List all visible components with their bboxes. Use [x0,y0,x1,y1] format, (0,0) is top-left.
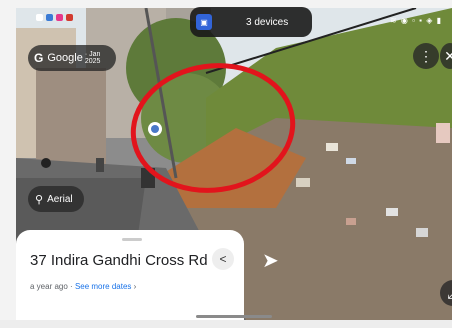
youtube-icon [66,14,73,21]
drag-handle[interactable] [122,238,142,241]
left-frame [0,0,16,328]
navigation-arrow-icon[interactable]: ➤ [262,248,279,273]
app-icon [46,14,53,21]
instagram-icon [56,14,63,21]
more-vert-icon[interactable]: ⋮ [413,43,439,69]
share-icon[interactable]: < [212,248,234,270]
bottom-frame [0,320,452,328]
imagery-date-pill[interactable]: G Google · Jan 2025 [28,45,116,71]
imagery-age: a year ago · [30,282,73,291]
devices-label: 3 devices [246,16,289,28]
status-bar-right: ≋ ◉ ▫ ▪ ◈ ▮ [389,16,442,25]
see-more-dates-link[interactable]: See more dates [75,282,131,291]
aerial-label: Aerial [47,193,73,205]
cast-devices-button[interactable]: ▣ 3 devices [190,7,312,37]
chevron-right-icon: › [133,282,137,291]
google-label: Google [47,52,83,64]
status-bar-left [36,14,73,21]
notification-icon [36,14,43,21]
location-card[interactable]: 37 Indira Gandhi Cross Rd < a year ago ·… [16,230,244,320]
home-indicator[interactable] [196,315,272,318]
cast-icon: ▣ [196,14,212,30]
google-logo-icon: G [34,51,44,65]
aerial-button[interactable]: ⚲ Aerial [28,186,84,212]
aerial-person-icon: ⚲ [35,193,44,206]
imagery-date: · Jan 2025 [84,51,101,65]
address-title: 37 Indira Gandhi Cross Rd [30,252,208,269]
imagery-meta: a year ago · See more dates › [30,282,136,291]
